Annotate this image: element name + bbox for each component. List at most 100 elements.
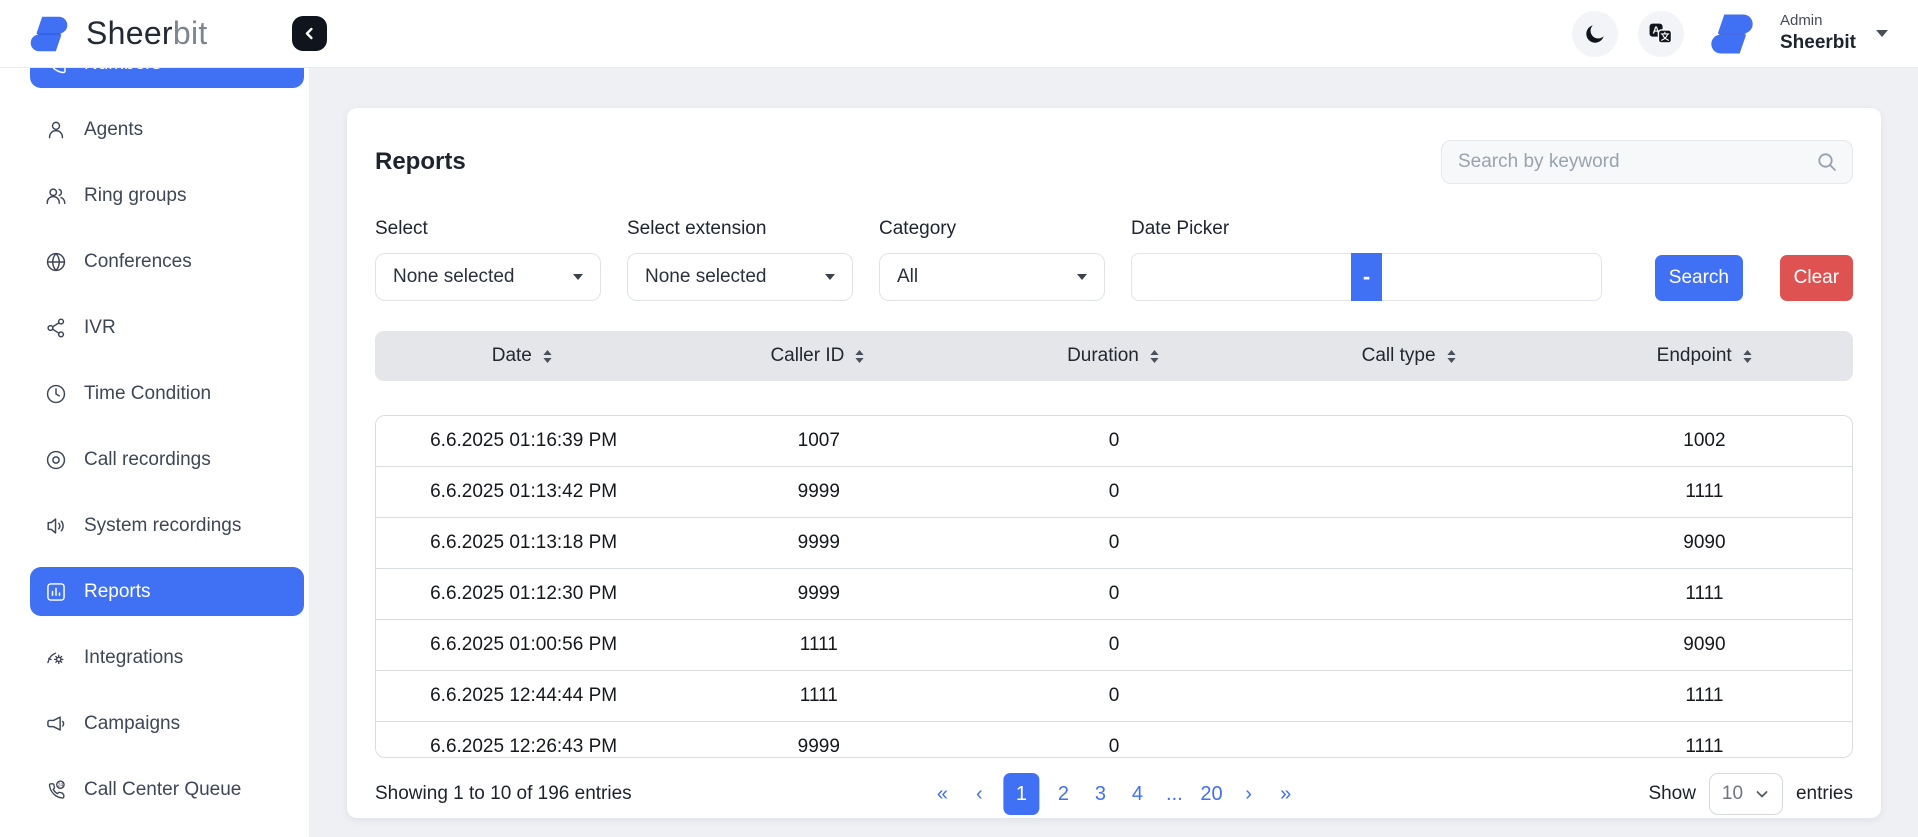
table-cell: 1111 <box>1557 671 1852 721</box>
column-header-duration[interactable]: Duration <box>966 331 1262 381</box>
entries-label: entries <box>1796 783 1853 805</box>
page-button-3[interactable]: 3 <box>1087 779 1113 810</box>
sidebar-item-label: Call recordings <box>84 449 211 471</box>
table-row[interactable]: 6.6.2025 01:00:56 PM111109090 <box>376 620 1852 671</box>
column-header-caller-id[interactable]: Caller ID <box>671 331 967 381</box>
phone-icon <box>45 68 67 75</box>
language-button[interactable]: A <box>1638 11 1684 57</box>
sidebar-item-label: Campaigns <box>84 713 180 735</box>
sidebar-item-call-recordings[interactable]: Call recordings <box>30 435 304 484</box>
bar-chart-icon <box>45 581 67 603</box>
date-to-input[interactable] <box>1382 253 1602 301</box>
svg-text:24: 24 <box>58 782 64 788</box>
search-icon <box>1815 150 1839 174</box>
select-dropdown[interactable]: None selected <box>375 253 601 301</box>
sidebar-item-integrations[interactable]: Integrations <box>30 633 304 682</box>
column-header-label: Endpoint <box>1657 345 1732 367</box>
keyword-search <box>1441 140 1853 184</box>
pagination: « ‹ 1234... 20 › » <box>929 773 1298 815</box>
table-cell <box>1262 569 1557 619</box>
sidebar-item-numbers[interactable]: Numbers <box>30 68 304 88</box>
table-row[interactable]: 6.6.2025 01:16:39 PM100701002 <box>376 416 1852 467</box>
next-page-button[interactable]: › <box>1236 779 1262 810</box>
table-cell: 6.6.2025 01:13:42 PM <box>376 467 671 517</box>
sidebar-item-label: Numbers <box>84 68 161 75</box>
table-cell: 1111 <box>1557 467 1852 517</box>
datepicker-label: Date Picker <box>1131 218 1602 240</box>
table-row[interactable]: 6.6.2025 01:12:30 PM999901111 <box>376 569 1852 620</box>
clear-button[interactable]: Clear <box>1780 255 1853 301</box>
page-button-1[interactable]: 1 <box>1003 773 1039 815</box>
search-input[interactable] <box>1441 140 1853 184</box>
table-cell: 1111 <box>1557 722 1852 758</box>
chevron-down-icon <box>573 274 583 280</box>
page-button-20[interactable]: 20 <box>1198 779 1224 810</box>
table-cell: 0 <box>966 671 1261 721</box>
page-size-select[interactable]: 10 <box>1709 773 1783 815</box>
table-row[interactable]: 6.6.2025 01:13:18 PM999909090 <box>376 518 1852 569</box>
sidebar-item-label: Integrations <box>84 647 183 669</box>
sort-icon <box>1445 349 1458 364</box>
sidebar-item-campaigns[interactable]: Campaigns <box>30 699 304 748</box>
show-label: Show <box>1648 783 1696 805</box>
column-header-date[interactable]: Date <box>375 331 671 381</box>
sidebar-item-time-condition[interactable]: Time Condition <box>30 369 304 418</box>
moon-icon <box>1583 22 1607 46</box>
page-button-4[interactable]: 4 <box>1124 779 1150 810</box>
column-header-label: Call type <box>1362 345 1436 367</box>
column-header-endpoint[interactable]: Endpoint <box>1557 331 1853 381</box>
table-cell: 0 <box>966 467 1261 517</box>
table-body: 6.6.2025 01:16:39 PM1007010026.6.2025 01… <box>375 415 1853 758</box>
disc-icon <box>45 449 67 471</box>
search-button[interactable]: Search <box>1655 255 1743 301</box>
sidebar-item-label: IVR <box>84 317 116 339</box>
table-cell: 1111 <box>1557 569 1852 619</box>
table-row[interactable]: 6.6.2025 12:44:44 PM111101111 <box>376 671 1852 722</box>
date-from-input[interactable] <box>1131 253 1351 301</box>
table-cell: 9090 <box>1557 518 1852 568</box>
first-page-button[interactable]: « <box>929 779 955 810</box>
sidebar-item-ivr[interactable]: IVR <box>30 303 304 352</box>
page-button-2[interactable]: 2 <box>1050 779 1076 810</box>
globe-icon <box>45 251 67 273</box>
user-menu-caret-icon[interactable] <box>1876 30 1888 37</box>
table-row[interactable]: 6.6.2025 12:26:43 PM999901111 <box>376 722 1852 758</box>
select-dropdown-value: None selected <box>393 266 514 288</box>
table-cell: 1002 <box>1557 416 1852 466</box>
sidebar-item-conferences[interactable]: Conferences <box>30 237 304 286</box>
page-ellipsis: ... <box>1161 779 1187 810</box>
category-dropdown[interactable]: All <box>879 253 1105 301</box>
table-cell: 1111 <box>671 620 966 670</box>
user-name: Sheerbit <box>1780 31 1856 55</box>
sidebar: Numbers Agents Ring groups Conferences I… <box>0 68 310 837</box>
sidebar-item-call-center-queue[interactable]: 24 Call Center Queue <box>30 765 304 814</box>
sidebar-collapse-button[interactable] <box>292 16 327 51</box>
table-cell <box>1262 518 1557 568</box>
last-page-button[interactable]: » <box>1273 779 1299 810</box>
sidebar-item-label: Reports <box>84 581 151 603</box>
table-cell <box>1262 722 1557 758</box>
select-label: Select <box>375 218 601 240</box>
sidebar-item-reports[interactable]: Reports <box>30 567 304 616</box>
sidebar-item-system-recordings[interactable]: System recordings <box>30 501 304 550</box>
category-label: Category <box>879 218 1105 240</box>
table-cell: 1111 <box>671 671 966 721</box>
dark-mode-toggle[interactable] <box>1572 11 1618 57</box>
call-queue-icon: 24 <box>45 779 67 801</box>
sort-icon <box>853 349 866 364</box>
speaker-icon <box>45 515 67 537</box>
header-actions: A Admin Sheerbit <box>1572 6 1918 62</box>
sidebar-item-ring-groups[interactable]: Ring groups <box>30 171 304 220</box>
extension-dropdown[interactable]: None selected <box>627 253 853 301</box>
table-row[interactable]: 6.6.2025 01:13:42 PM99990 1111 <box>376 467 1852 518</box>
table-footer: Showing 1 to 10 of 196 entries «‹1234...… <box>375 766 1853 822</box>
prev-page-button[interactable]: ‹ <box>966 779 992 810</box>
table-cell: 0 <box>966 416 1261 466</box>
app-header: Sheerbit A <box>0 0 1918 68</box>
table-cell: 9999 <box>671 467 966 517</box>
reports-card: Reports Select None selected Select exte… <box>347 108 1881 818</box>
table-cell: 0 <box>966 518 1261 568</box>
column-header-call-type[interactable]: Call type <box>1262 331 1558 381</box>
sidebar-item-agents[interactable]: Agents <box>30 105 304 154</box>
user-avatar[interactable] <box>1704 6 1760 62</box>
